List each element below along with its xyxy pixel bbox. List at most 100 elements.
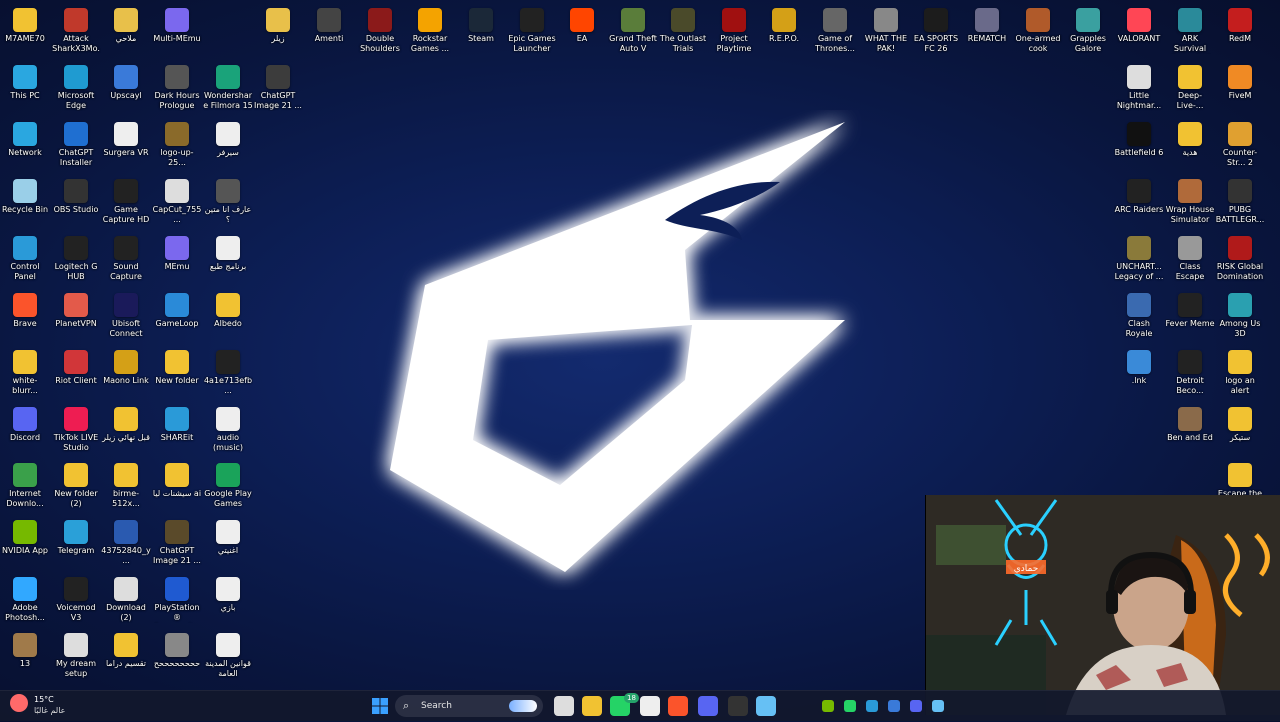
desktop-icon[interactable]: Little Nightmar...: [1114, 61, 1164, 117]
desktop-icon[interactable]: Counter-Str... 2: [1215, 118, 1265, 174]
desktop-icon[interactable]: ملاحي: [101, 4, 151, 60]
desktop-icon[interactable]: birme-512x...: [101, 459, 151, 515]
desktop-icon[interactable]: Epic Games Launcher: [507, 4, 557, 60]
desktop-icon[interactable]: FiveM: [1215, 61, 1265, 117]
desktop-icon[interactable]: قوانين المدينة العامة: [203, 629, 253, 685]
desktop-icon[interactable]: VALORANT: [1114, 4, 1164, 60]
desktop-icon[interactable]: 43752840_y...: [101, 516, 151, 572]
desktop-icon[interactable]: Logitech G HUB: [51, 232, 101, 288]
desktop-icon[interactable]: OBS Studio: [51, 175, 101, 231]
desktop-icon[interactable]: قبل نهائي زيلر: [101, 403, 151, 459]
desktop-icon[interactable]: EA: [557, 4, 607, 60]
desktop-icon[interactable]: audio (music): [203, 403, 253, 459]
weather-widget[interactable]: 15°C عالم غالبًا: [10, 694, 65, 716]
desktop-icon[interactable]: PUBG BATTLEGR...: [1215, 175, 1265, 231]
desktop-icon[interactable]: PlayStation® Accessories: [152, 573, 202, 629]
desktop-icon[interactable]: Double Shoulders: [355, 4, 405, 60]
desktop-icon[interactable]: Wrap House Simulator: [1165, 175, 1215, 231]
desktop-icon[interactable]: Voicemod V3: [51, 573, 101, 629]
desktop-icon[interactable]: WHAT THE PAK!: [861, 4, 911, 60]
desktop-icon[interactable]: One-armed cook: [1013, 4, 1063, 60]
taskbar-app-brave[interactable]: [668, 696, 688, 716]
desktop-icon[interactable]: Sound Capture: [101, 232, 151, 288]
desktop-icon[interactable]: Microsoft Edge: [51, 61, 101, 117]
desktop-icon[interactable]: CapCut_755...: [152, 175, 202, 231]
desktop-icon[interactable]: Game Capture HD: [101, 175, 151, 231]
desktop-icon[interactable]: Surgera VR: [101, 118, 151, 174]
desktop-icon[interactable]: Clash Royale: [1114, 289, 1164, 345]
taskbar-app-terminal[interactable]: [728, 696, 748, 716]
desktop-icon[interactable]: ChatGPT Installer: [51, 118, 101, 174]
desktop-icon[interactable]: Grand Theft Auto V: [608, 4, 658, 60]
desktop-icon[interactable]: NVIDIA App: [0, 516, 50, 572]
desktop-icon[interactable]: Class Escape: [1165, 232, 1215, 288]
desktop-icon[interactable]: R.E.P.O.: [759, 4, 809, 60]
taskbar-app-discord[interactable]: [698, 696, 718, 716]
desktop-icon[interactable]: Upscayl: [101, 61, 151, 117]
start-button[interactable]: [368, 694, 392, 718]
desktop-icon[interactable]: ستيكر: [1215, 403, 1265, 459]
desktop-icon[interactable]: EA SPORTS FC 26: [911, 4, 961, 60]
desktop-icon[interactable]: Internet Downlo...: [0, 459, 50, 515]
desktop-icon[interactable]: Project Playtime: [709, 4, 759, 60]
desktop-icon[interactable]: .lnk: [1114, 346, 1164, 402]
desktop-icon[interactable]: Discord: [0, 403, 50, 459]
desktop-icon[interactable]: Game of Thrones...: [810, 4, 860, 60]
desktop-icon[interactable]: Google Play Games: [203, 459, 253, 515]
desktop-icon[interactable]: Adobe Photosh...: [0, 573, 50, 629]
desktop-icon[interactable]: Network: [0, 118, 50, 174]
desktop-icon[interactable]: Dark Hours Prologue: [152, 61, 202, 117]
desktop-icon[interactable]: GameLoop: [152, 289, 202, 345]
desktop-icon[interactable]: 4a1e713efb...: [203, 346, 253, 402]
desktop-icon[interactable]: REMATCH: [962, 4, 1012, 60]
desktop-icon[interactable]: ChatGPT Image 21 ...: [253, 61, 303, 117]
desktop-icon[interactable]: برنامج طبع: [203, 232, 253, 288]
desktop-icon[interactable]: Rockstar Games ...: [405, 4, 455, 60]
desktop-icon[interactable]: Brave: [0, 289, 50, 345]
desktop-icon[interactable]: This PC: [0, 61, 50, 117]
desktop-icon[interactable]: Amenti: [304, 4, 354, 60]
desktop-icon[interactable]: Deep-Live-...: [1165, 61, 1215, 117]
desktop-icon[interactable]: Control Panel: [0, 232, 50, 288]
taskbar-app-task-view[interactable]: [554, 696, 574, 716]
tray-icon-steam[interactable]: [932, 700, 944, 712]
desktop-icon[interactable]: Multi-MEmu: [152, 4, 202, 60]
desktop-icon[interactable]: Attack SharkX3Mo...: [51, 4, 101, 60]
desktop-icon[interactable]: Fever Meme: [1165, 289, 1215, 345]
desktop-icon[interactable]: New folder: [152, 346, 202, 402]
desktop-icon[interactable]: TikTok LIVE Studio: [51, 403, 101, 459]
desktop-icon[interactable]: MEmu: [152, 232, 202, 288]
desktop-icon[interactable]: 13: [0, 629, 50, 685]
desktop-icon[interactable]: UNCHART... Legacy of ...: [1114, 232, 1164, 288]
desktop-icon[interactable]: logo an alert: [1215, 346, 1265, 402]
desktop-icon[interactable]: RISK Global Domination: [1215, 232, 1265, 288]
desktop-icon[interactable]: بازي: [203, 573, 253, 629]
taskbar-search[interactable]: ⌕ Search: [395, 695, 543, 717]
desktop-icon[interactable]: Riot Client: [51, 346, 101, 402]
taskbar-app-file-explorer[interactable]: [582, 696, 602, 716]
taskbar-app-capcut[interactable]: [640, 696, 660, 716]
tray-icon-whatsapp[interactable]: [844, 700, 856, 712]
desktop-icon[interactable]: logo-up-25...: [152, 118, 202, 174]
desktop-icon[interactable]: Telegram: [51, 516, 101, 572]
desktop-icon[interactable]: Download (2): [101, 573, 151, 629]
desktop-icon[interactable]: Steam: [456, 4, 506, 60]
tray-icon-discord[interactable]: [910, 700, 922, 712]
tray-icon-shareit[interactable]: [866, 700, 878, 712]
desktop-icon[interactable]: PlanetVPN: [51, 289, 101, 345]
desktop-icon[interactable]: Recycle Bin: [0, 175, 50, 231]
desktop-icon[interactable]: Wondershare Filmora 15: [203, 61, 253, 117]
desktop-icon[interactable]: Detroit Beco...: [1165, 346, 1215, 402]
desktop-icon[interactable]: New folder (2): [51, 459, 101, 515]
desktop-icon[interactable]: هدية: [1165, 118, 1215, 174]
desktop-icon[interactable]: عارف انا متين ؟: [203, 175, 253, 231]
desktop-icon[interactable]: Grapples Galore: [1063, 4, 1113, 60]
taskbar-app-steam[interactable]: [756, 696, 776, 716]
desktop-icon[interactable]: Maono Link: [101, 346, 151, 402]
desktop-icon[interactable]: سيرفر: [203, 118, 253, 174]
desktop-icon[interactable]: ححححححححح: [152, 629, 202, 685]
desktop-icon[interactable]: RedM: [1215, 4, 1265, 60]
desktop-icon[interactable]: ARC Raiders: [1114, 175, 1164, 231]
desktop-icon[interactable]: Ben and Ed: [1165, 403, 1215, 459]
desktop-icon[interactable]: ARK Survival Ascended: [1165, 4, 1215, 60]
